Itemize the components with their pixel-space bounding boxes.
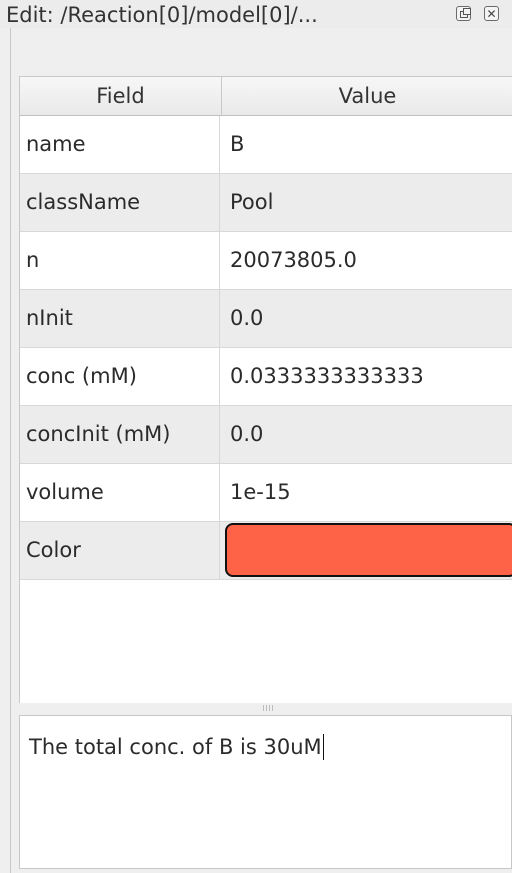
value-cell[interactable]: B — [221, 116, 512, 173]
left-border — [10, 28, 11, 873]
table-row[interactable]: name B — [20, 116, 512, 174]
notes-text: The total conc. of B is 30uM — [29, 735, 322, 759]
field-cell: concInit (mM) — [20, 406, 220, 463]
value-cell[interactable]: 0.0333333333333 — [221, 348, 512, 405]
field-cell: n — [20, 232, 220, 289]
table-row[interactable]: n 20073805.0 — [20, 232, 512, 290]
dock-title-bar[interactable]: Edit: /Reaction[0]/model[0]/... ✕ — [0, 0, 512, 28]
field-cell: className — [20, 174, 220, 231]
value-cell[interactable]: 0.0 — [221, 290, 512, 347]
value-cell[interactable]: 0.0 — [221, 406, 512, 463]
value-cell[interactable]: 20073805.0 — [221, 232, 512, 289]
table-row[interactable]: conc (mM) 0.0333333333333 — [20, 348, 512, 406]
table-row[interactable]: Color — [20, 522, 512, 580]
value-cell[interactable]: Pool — [221, 174, 512, 231]
table-row[interactable]: volume 1e-15 — [20, 464, 512, 522]
notes-textarea[interactable]: The total conc. of B is 30uM — [19, 715, 512, 869]
window-title: Edit: /Reaction[0]/model[0]/... — [6, 3, 318, 27]
field-cell: conc (mM) — [20, 348, 220, 405]
header-field[interactable]: Field — [20, 77, 222, 115]
table-header: Field Value — [19, 76, 512, 116]
color-swatch[interactable] — [225, 523, 512, 577]
grip-icon — [263, 705, 275, 711]
field-cell: volume — [20, 464, 220, 521]
float-icon[interactable] — [456, 6, 471, 21]
value-cell[interactable]: 1e-15 — [221, 464, 512, 521]
text-caret — [322, 734, 324, 760]
table-row[interactable]: nInit 0.0 — [20, 290, 512, 348]
field-cell: name — [20, 116, 220, 173]
field-cell: nInit — [20, 290, 220, 347]
splitter-handle[interactable] — [19, 703, 512, 715]
table-row[interactable]: className Pool — [20, 174, 512, 232]
header-value[interactable]: Value — [222, 77, 512, 115]
table-row[interactable]: concInit (mM) 0.0 — [20, 406, 512, 464]
close-icon[interactable]: ✕ — [484, 6, 499, 21]
field-cell: Color — [20, 522, 220, 579]
